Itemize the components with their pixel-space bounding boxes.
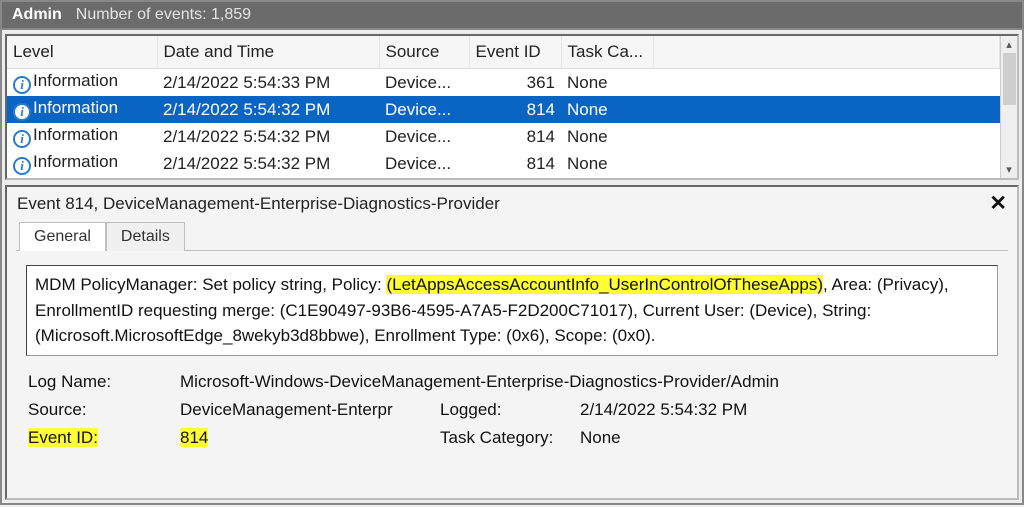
titlebar-count: Number of events: 1,859 — [76, 6, 251, 24]
col-spacer — [653, 36, 1000, 69]
col-source[interactable]: Source — [379, 36, 469, 69]
col-eventid[interactable]: Event ID — [469, 36, 561, 69]
log-name-value: Microsoft-Windows-DeviceManagement-Enter… — [180, 372, 1000, 392]
tab-strip: General Details — [7, 221, 1017, 250]
detail-title: Event 814, DeviceManagement-Enterprise-D… — [17, 194, 500, 214]
event-grid-wrap: Level Date and Time Source Event ID Task… — [5, 34, 1019, 180]
information-icon: i — [13, 103, 31, 121]
information-icon: i — [13, 76, 31, 94]
event-properties: Log Name: Microsoft-Windows-DeviceManage… — [24, 372, 1000, 448]
table-row[interactable]: iInformation2/14/2022 5:54:32 PMDevice..… — [7, 150, 1000, 177]
detail-header: Event 814, DeviceManagement-Enterprise-D… — [7, 187, 1017, 221]
tab-body-general: MDM PolicyManager: Set policy string, Po… — [16, 250, 1008, 498]
event-grid[interactable]: Level Date and Time Source Event ID Task… — [7, 36, 1000, 178]
task-category-value: None — [580, 428, 1000, 448]
table-row[interactable]: iInformation2/14/2022 5:54:32 PMDevice..… — [7, 96, 1000, 123]
col-task[interactable]: Task Ca... — [561, 36, 653, 69]
scroll-down-arrow-icon[interactable]: ▾ — [1001, 161, 1017, 178]
log-name-label: Log Name: — [28, 372, 180, 392]
highlight-policy: (LetAppsAccessAccountInfo_UserInControlO… — [386, 275, 823, 294]
scroll-thumb[interactable] — [1003, 53, 1016, 105]
source-value: DeviceManagement-Enterpr — [180, 400, 440, 420]
titlebar-admin: Admin — [12, 6, 62, 24]
source-label: Source: — [28, 400, 180, 420]
column-header-row[interactable]: Level Date and Time Source Event ID Task… — [7, 36, 1000, 69]
information-icon: i — [13, 157, 31, 175]
event-id-value: 814 — [180, 428, 440, 448]
task-category-label: Task Category: — [440, 428, 580, 448]
table-row[interactable]: iInformation2/14/2022 5:54:32 PMDevice..… — [7, 123, 1000, 150]
event-detail-panel: Event 814, DeviceManagement-Enterprise-D… — [5, 185, 1019, 500]
logged-value: 2/14/2022 5:54:32 PM — [580, 400, 1000, 420]
tab-details[interactable]: Details — [106, 222, 185, 251]
information-icon: i — [13, 130, 31, 148]
tab-general[interactable]: General — [19, 222, 106, 251]
event-id-label: Event ID: — [28, 428, 180, 448]
logged-label: Logged: — [440, 400, 580, 420]
table-row[interactable]: iInformation2/14/2022 5:54:33 PMDevice..… — [7, 69, 1000, 97]
scroll-up-arrow-icon[interactable]: ▴ — [1001, 36, 1017, 53]
titlebar: Admin Number of events: 1,859 — [2, 2, 1022, 30]
vertical-scrollbar[interactable]: ▴ ▾ — [1000, 36, 1017, 178]
col-date[interactable]: Date and Time — [157, 36, 379, 69]
col-level[interactable]: Level — [7, 36, 157, 69]
close-icon[interactable]: ✕ — [989, 197, 1007, 211]
event-message: MDM PolicyManager: Set policy string, Po… — [26, 265, 998, 356]
event-viewer-window: Admin Number of events: 1,859 Level Date… — [0, 0, 1024, 505]
